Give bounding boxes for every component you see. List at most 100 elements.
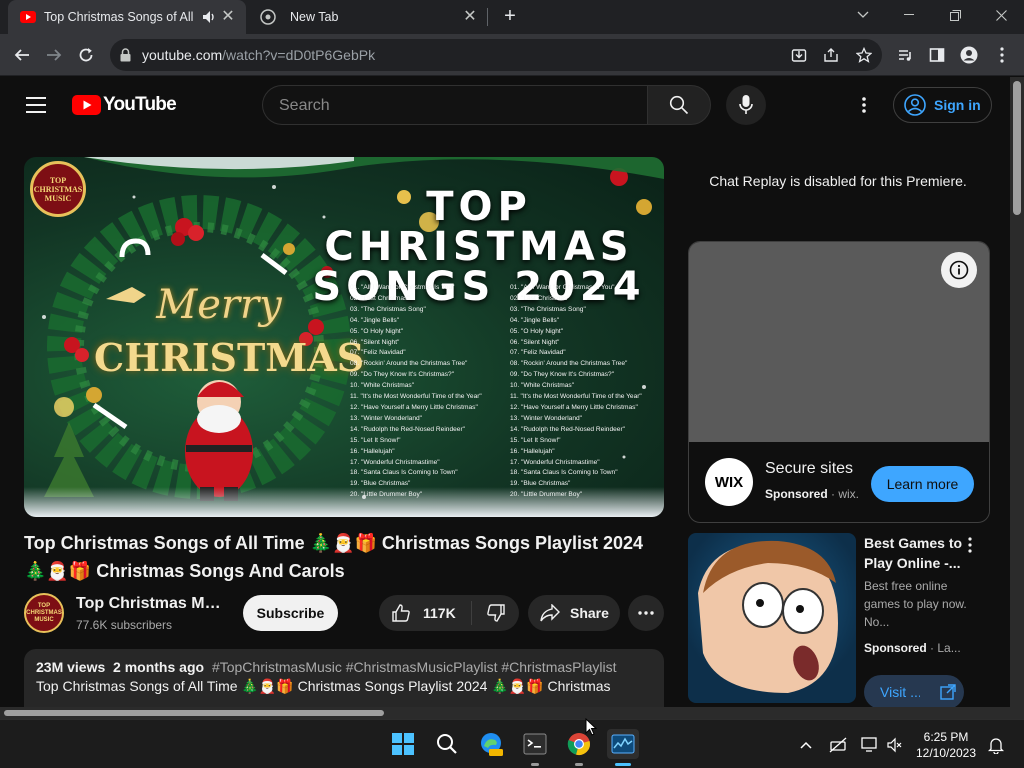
chrome-running-indicator — [575, 763, 583, 766]
task-manager-icon[interactable] — [607, 729, 639, 759]
profile-icon[interactable] — [957, 43, 981, 67]
description-box[interactable]: 23M views 2 months ago #TopChristmasMusi… — [24, 649, 664, 707]
song-list-item: 01. "All I Want for Christmas Is You" — [510, 284, 615, 291]
search-input[interactable]: Search — [262, 85, 648, 125]
new-tab-button[interactable]: + — [500, 6, 520, 27]
browser-toolbar: youtube.com/watch?v=dD0tP6GebPk — [0, 34, 1024, 76]
chrome-menu-icon[interactable] — [990, 43, 1014, 67]
like-count: 117K — [423, 605, 456, 621]
forward-button[interactable] — [42, 43, 66, 67]
back-button[interactable] — [10, 43, 34, 67]
channel-avatar[interactable]: TOP CHRISTMAS MUSIC — [24, 593, 64, 633]
thumbnail-snow — [24, 487, 664, 517]
ad-info-button[interactable] — [941, 252, 977, 288]
song-list-item: 05. "O Holy Night" — [510, 327, 564, 335]
ad-title[interactable]: Secure sites — [765, 460, 853, 478]
terminal-icon[interactable] — [520, 729, 550, 759]
windows-taskbar: 6:25 PM 12/10/2023 — [0, 719, 1024, 768]
vertical-scrollbar[interactable] — [1010, 77, 1024, 707]
channel-badge: TOP CHRISTMAS MUSIC — [30, 161, 86, 217]
search-button[interactable] — [647, 85, 711, 125]
tab-search-chevron-icon[interactable] — [840, 0, 886, 30]
edge-beta-icon[interactable] — [476, 729, 506, 759]
song-list-item: 08. "Rockin' Around the Christmas Tree" — [350, 360, 468, 368]
ad-domain: wix. — [838, 487, 860, 501]
address-bar[interactable]: youtube.com/watch?v=dD0tP6GebPk — [110, 39, 882, 71]
voice-search-button[interactable] — [726, 85, 766, 125]
more-actions-button[interactable] — [628, 595, 664, 631]
horizontal-scrollbar-thumb[interactable] — [4, 710, 384, 716]
network-disconnected-icon[interactable] — [829, 736, 847, 754]
media-controls-icon[interactable] — [893, 43, 917, 67]
speaker-icon[interactable] — [202, 10, 216, 24]
share-button[interactable]: Share — [528, 595, 620, 631]
dislike-button[interactable] — [472, 595, 519, 631]
hamburger-menu-icon[interactable] — [26, 97, 46, 113]
tab-youtube[interactable]: Top Christmas Songs of All Time ✕ — [8, 0, 246, 34]
restore-button[interactable] — [932, 0, 978, 30]
share-page-icon[interactable] — [823, 47, 839, 63]
url-path: /watch?v=dD0tP6GebPk — [222, 47, 376, 63]
close-tab-icon[interactable]: ✕ — [220, 9, 236, 25]
song-list-item: 09. "Do They Know It's Christmas?" — [510, 371, 615, 379]
bookmark-star-icon[interactable] — [856, 47, 872, 63]
mouse-cursor-icon — [585, 718, 597, 736]
taskbar-search-icon[interactable] — [432, 729, 462, 759]
tab-title: New Tab — [290, 10, 339, 24]
sign-in-label: Sign in — [934, 97, 981, 113]
sponsored-recommendation[interactable]: Best Games to Play Online -... Best free… — [688, 533, 990, 707]
search-icon — [669, 95, 689, 115]
channel-name[interactable]: Top Christmas Music — [76, 595, 226, 613]
song-list-item: 10. "White Christmas" — [350, 382, 415, 390]
video-title: Top Christmas Songs of All Time 🎄🎅🎁 Chri… — [24, 533, 644, 581]
song-list-item: 15. "Let It Snow!" — [350, 436, 401, 444]
cartoon-face-image — [698, 540, 838, 693]
url-host: youtube.com — [142, 47, 223, 63]
song-list-item: 03. "The Christmas Song" — [510, 305, 586, 313]
sign-in-button[interactable]: Sign in — [893, 87, 992, 123]
vertical-scrollbar-thumb[interactable] — [1013, 81, 1021, 215]
thumbnail-title-line-1: TOP CHRISTMAS — [324, 184, 634, 270]
horizontal-scrollbar[interactable] — [0, 707, 1024, 719]
song-list-item: 13. "Winter Wonderland" — [350, 414, 422, 422]
song-list-right: 01. "All I Want for Christmas Is You" 02.… — [510, 283, 642, 501]
recommendation-thumbnail[interactable] — [688, 533, 856, 703]
recommendation-title[interactable]: Best Games to Play Online -... — [864, 533, 964, 573]
close-tab-icon[interactable]: ✕ — [462, 9, 478, 25]
learn-more-button[interactable]: Learn more — [871, 466, 974, 502]
settings-menu-icon[interactable] — [862, 97, 866, 113]
visit-site-button[interactable]: Visit ... — [864, 675, 964, 707]
share-arrow-icon — [540, 604, 560, 622]
subscribe-button[interactable]: Subscribe — [243, 595, 338, 631]
tab-new-tab[interactable]: New Tab ✕ — [250, 0, 488, 34]
song-list-item: 17. "Wonderful Christmastime" — [510, 458, 600, 466]
close-window-button[interactable] — [978, 0, 1024, 30]
reload-button[interactable] — [74, 43, 98, 67]
recommendation-menu-icon[interactable] — [968, 537, 984, 557]
microphone-icon — [739, 95, 753, 115]
lock-icon[interactable] — [120, 48, 131, 62]
notification-bell-icon[interactable] — [987, 736, 1005, 754]
hashtags[interactable]: #TopChristmasMusic #ChristmasMusicPlayli… — [212, 659, 617, 675]
song-list-item: 18. "Santa Claus Is Coming to Town" — [510, 469, 618, 477]
thumbs-down-icon — [486, 603, 506, 623]
minimize-button[interactable] — [886, 0, 932, 30]
show-hidden-icons-chevron-icon[interactable] — [797, 736, 815, 754]
clock-date: 12/10/2023 — [915, 746, 977, 760]
advertiser-logo[interactable]: WIX — [705, 458, 753, 506]
install-app-icon[interactable] — [791, 47, 807, 63]
song-list-item: 11. "It's the Most Wonderful Time of the… — [510, 393, 642, 401]
like-button[interactable]: 117K — [379, 595, 471, 631]
video-player[interactable]: TOP CHRISTMAS MUSIC TOP CHRISTMAS SONGS … — [24, 157, 664, 517]
ad-sponsored-line: Sponsored · wix. — [765, 487, 860, 501]
side-panel-icon[interactable] — [925, 43, 949, 67]
song-list-item: 16. "Hallelujah" — [510, 447, 555, 455]
song-list-item: 06. "Silent Night" — [350, 338, 400, 346]
share-label: Share — [570, 605, 609, 621]
display-icon[interactable] — [861, 736, 879, 754]
system-clock[interactable]: 6:25 PM 12/10/2023 — [910, 729, 982, 761]
windows-start-icon[interactable] — [388, 729, 418, 759]
ad-card[interactable]: WIX Secure sites Sponsored · wix. Learn … — [688, 241, 990, 523]
volume-muted-icon[interactable] — [886, 736, 904, 754]
youtube-logo[interactable]: YouTube — [72, 94, 177, 116]
